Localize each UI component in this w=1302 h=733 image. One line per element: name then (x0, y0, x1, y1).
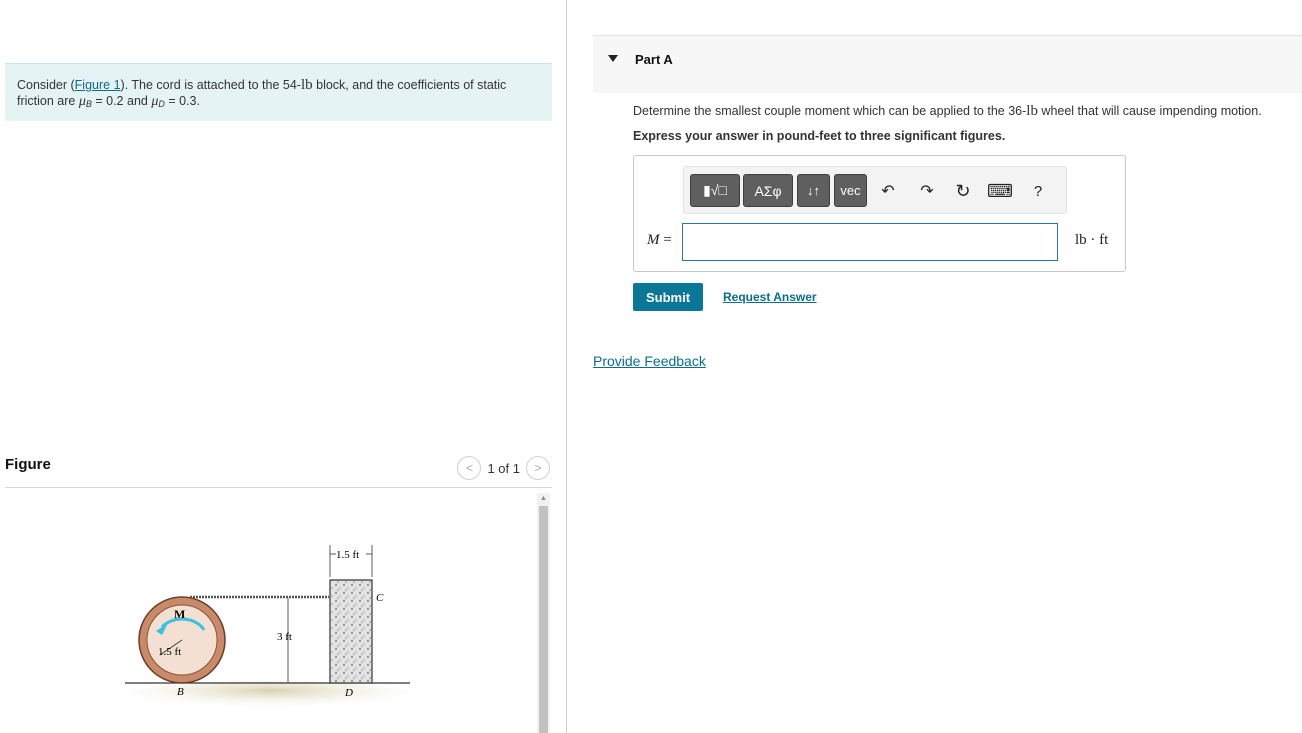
figure-title: Figure (5, 456, 51, 473)
weight-unit: lb (300, 77, 313, 93)
answer-variable: M (647, 232, 660, 248)
submit-button[interactable]: Submit (633, 283, 703, 311)
problem-text-2: ). The cord is attached to the 54- (120, 78, 301, 92)
math-toolbar: ▮√□ ΑΣφ ↓↑ vec ↶ ↷ ↻ ⌨ ? (683, 166, 1067, 214)
figure-pager: < 1 of 1 > (457, 456, 550, 480)
answer-equals: = (659, 232, 672, 248)
subscript-superscript-button[interactable]: ↓↑ (797, 174, 830, 207)
part-a-header[interactable]: Part A (593, 35, 1302, 93)
figure-diagram: M 1.5 ft B C D 1.5 ft 3 ft (120, 545, 420, 713)
answer-variable-label: M = (647, 232, 672, 249)
greek-symbols-button[interactable]: ΑΣφ (743, 174, 793, 207)
help-icon[interactable]: ? (1027, 180, 1049, 202)
figure-header: Figure < 1 of 1 > (5, 455, 552, 488)
provide-feedback-link[interactable]: Provide Feedback (593, 353, 706, 369)
answer-instruction: Express your answer in pound-feet to thr… (633, 129, 1006, 143)
mu-b-value: = 0.2 and (91, 94, 152, 108)
point-c-label: C (376, 592, 384, 604)
request-answer-link[interactable]: Request Answer (723, 290, 817, 304)
width-dim-label: 1.5 ft (336, 549, 359, 561)
collapse-caret-icon[interactable] (608, 55, 618, 62)
question-unit: lb (1026, 103, 1038, 119)
previous-figure-button[interactable]: < (457, 456, 482, 480)
question-text: Determine the smallest couple moment whi… (633, 103, 1262, 120)
height-dim-label: 3 ft (277, 631, 292, 643)
keyboard-icon[interactable]: ⌨ (987, 180, 1013, 202)
mu-d-value: = 0.3. (164, 94, 200, 108)
point-b-label: B (177, 686, 184, 698)
part-title: Part A (635, 52, 673, 67)
question-suffix: wheel that will cause impending motion. (1037, 104, 1262, 118)
reset-icon[interactable]: ↻ (952, 180, 974, 202)
problem-statement: Consider (Figure 1). The cord is attache… (5, 63, 552, 121)
redo-icon[interactable]: ↷ (916, 180, 938, 202)
mu-b-symbol: μ (78, 94, 86, 109)
moment-label: M (174, 607, 185, 621)
block (329, 579, 373, 684)
answer-box: ▮√□ ΑΣφ ↓↑ vec ↶ ↷ ↻ ⌨ ? M = lb · ft (633, 155, 1126, 272)
pager-count: 1 of 1 (487, 460, 520, 476)
answer-unit: lb · ft (1075, 232, 1109, 248)
ground-shadow (120, 681, 420, 713)
figure-scrollbar[interactable]: ▲ (537, 493, 550, 733)
panel-divider (566, 0, 567, 733)
answer-input[interactable] (682, 223, 1058, 261)
point-d-label: D (344, 687, 353, 699)
scrollbar-thumb[interactable] (539, 506, 548, 733)
left-panel: Consider (Figure 1). The cord is attache… (0, 0, 566, 733)
templates-button[interactable]: ▮√□ (690, 174, 740, 207)
problem-text-1: Consider ( (17, 78, 75, 92)
vector-button[interactable]: vec (834, 174, 867, 207)
undo-icon[interactable]: ↶ (877, 180, 899, 202)
question-prefix: Determine the smallest couple moment whi… (633, 104, 1027, 118)
scroll-up-arrow-icon[interactable]: ▲ (537, 493, 550, 505)
figure-link[interactable]: Figure 1 (75, 78, 121, 92)
radius-label: 1.5 ft (158, 646, 181, 658)
next-figure-button[interactable]: > (526, 456, 550, 480)
